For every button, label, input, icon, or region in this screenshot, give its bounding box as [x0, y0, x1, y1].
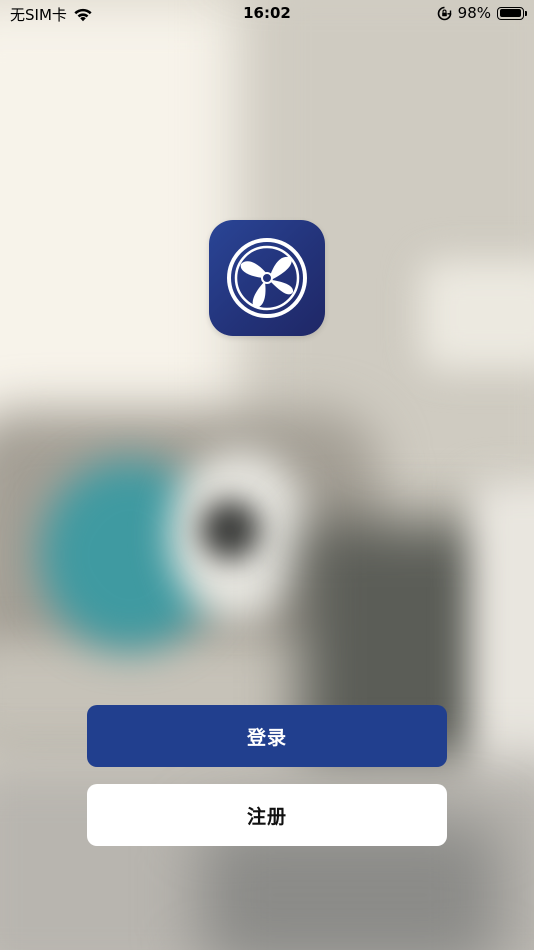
register-button[interactable]: 注册 — [87, 784, 447, 846]
bg-lamp — [420, 260, 534, 370]
fan-logo-icon — [209, 220, 325, 336]
battery-percent: 98% — [457, 4, 491, 22]
bg-pillow-pattern — [200, 500, 260, 560]
status-right: 98% — [437, 4, 527, 22]
battery-level — [499, 9, 522, 17]
status-bar: 无SIM卡 16:02 98% — [0, 0, 534, 28]
rotation-lock-icon — [437, 6, 452, 21]
login-button[interactable]: 登录 — [87, 705, 447, 767]
battery-icon — [497, 6, 527, 20]
login-screen: 无SIM卡 16:02 98% 登录 注册 — [0, 0, 534, 950]
